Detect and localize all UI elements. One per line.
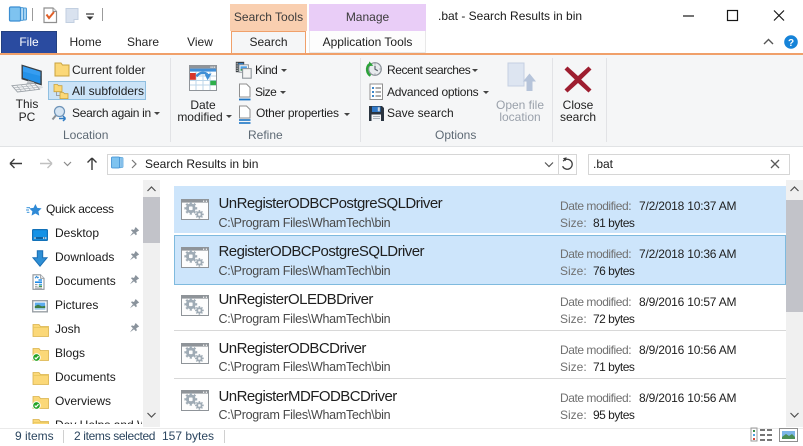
- svg-text:?: ?: [788, 38, 794, 49]
